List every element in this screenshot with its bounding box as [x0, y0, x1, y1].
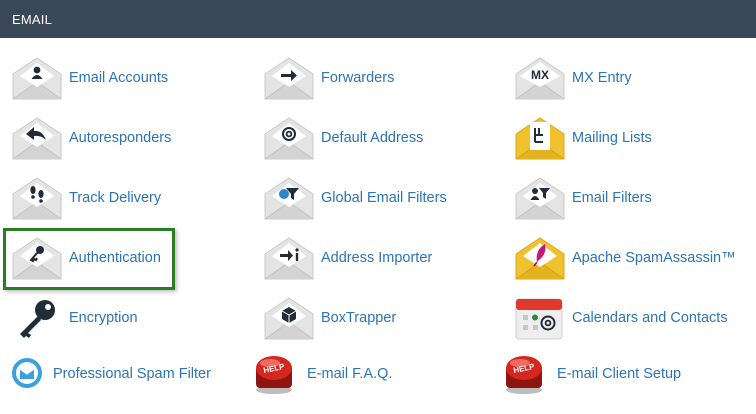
panel-header: EMAIL [0, 0, 756, 38]
email-client-setup-link[interactable]: HELP E-mail Client Setup [500, 352, 681, 396]
encryption-link[interactable]: Encryption [12, 296, 138, 340]
autoresponders-link[interactable]: Autoresponders [12, 116, 171, 160]
mailing-lists-label: Mailing Lists [572, 130, 652, 146]
address-importer-icon [264, 236, 314, 280]
autoresponders-label: Autoresponders [69, 130, 172, 146]
email-client-setup-label: E-mail Client Setup [557, 366, 682, 382]
global-email-filters-label: Global Email Filters [321, 190, 447, 206]
address-importer-link[interactable]: Address Importer [264, 236, 432, 280]
forwarders-icon [264, 56, 314, 100]
calendars-contacts-icon [515, 296, 565, 340]
email-filters-icon [515, 176, 565, 220]
address-importer-label: Address Importer [321, 250, 433, 266]
email-accounts-label: Email Accounts [69, 70, 169, 86]
boxtrapper-icon [264, 296, 314, 340]
mailing-lists-link[interactable]: Mailing Lists [515, 116, 652, 160]
spamassassin-link[interactable]: Apache SpamAssassin™ [515, 236, 736, 280]
forwarders-link[interactable]: Forwarders [264, 56, 394, 100]
mx-entry-icon-text: MX [531, 68, 549, 82]
boxtrapper-label: BoxTrapper [321, 310, 397, 326]
track-delivery-link[interactable]: Track Delivery [12, 176, 161, 220]
mailing-lists-icon [515, 116, 565, 160]
default-address-label: Default Address [321, 130, 424, 146]
panel-title: EMAIL [12, 11, 53, 27]
global-email-filters-icon [264, 176, 314, 220]
calendars-contacts-label: Calendars and Contacts [572, 310, 728, 326]
forwarders-label: Forwarders [321, 70, 395, 86]
email-filters-link[interactable]: Email Filters [515, 176, 652, 220]
mx-entry-link[interactable]: MX MX Entry [515, 56, 632, 100]
email-accounts-icon [12, 56, 62, 100]
help-button-icon: HELP [250, 352, 300, 396]
mx-entry-label: MX Entry [572, 70, 632, 86]
professional-spam-filter-label: Professional Spam Filter [53, 366, 211, 382]
calendars-contacts-link[interactable]: Calendars and Contacts [515, 296, 728, 340]
professional-spam-filter-icon [10, 352, 46, 396]
track-delivery-label: Track Delivery [69, 190, 162, 206]
spamassassin-label: Apache SpamAssassin™ [572, 250, 736, 266]
email-accounts-link[interactable]: Email Accounts [12, 56, 168, 100]
help-button-icon: HELP [500, 352, 550, 396]
autoresponders-icon [12, 116, 62, 160]
mx-entry-icon: MX [515, 56, 565, 100]
email-filters-label: Email Filters [572, 190, 652, 206]
professional-spam-filter-link[interactable]: Professional Spam Filter [10, 352, 211, 396]
default-address-icon [264, 116, 314, 160]
encryption-key-icon [12, 296, 62, 340]
encryption-label: Encryption [69, 310, 138, 326]
email-panel: EMAIL Email Accounts Forwarders MX MX En… [0, 0, 756, 414]
authentication-highlight-box [3, 228, 175, 290]
email-faq-link[interactable]: HELP E-mail F.A.Q. [250, 352, 392, 396]
default-address-link[interactable]: Default Address [264, 116, 423, 160]
spamassassin-icon [515, 236, 565, 280]
email-faq-label: E-mail F.A.Q. [307, 366, 393, 382]
boxtrapper-link[interactable]: BoxTrapper [264, 296, 396, 340]
track-delivery-icon [12, 176, 62, 220]
global-email-filters-link[interactable]: Global Email Filters [264, 176, 447, 220]
